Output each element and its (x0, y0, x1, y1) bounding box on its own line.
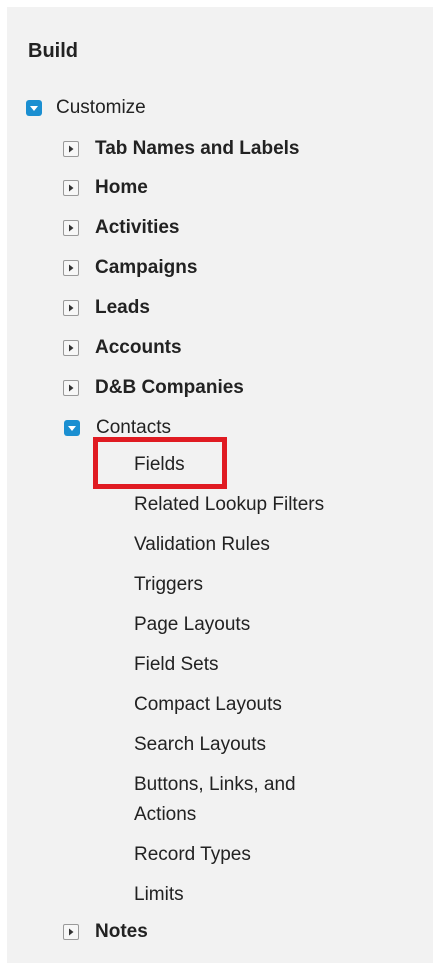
tree-node-db-companies[interactable]: D&B Companies (63, 375, 244, 401)
leaf-link-buttons-links-and-actions[interactable]: Buttons, Links, and Actions (134, 770, 354, 830)
collapsed-toggle-icon[interactable] (63, 924, 79, 940)
setup-sidebar: Build Customize Tab Names and Labels Hom… (7, 7, 433, 963)
tree-node-label: Accounts (95, 337, 182, 358)
tree-node-home[interactable]: Home (63, 175, 148, 201)
leaf-link-fields[interactable]: Fields (134, 450, 185, 480)
collapsed-toggle-icon[interactable] (63, 340, 79, 356)
leaf-link-search-layouts[interactable]: Search Layouts (134, 730, 266, 760)
collapsed-toggle-icon[interactable] (63, 141, 79, 157)
tree-node-label: D&B Companies (95, 377, 244, 398)
expanded-toggle-icon[interactable] (26, 100, 42, 116)
tree-node-customize[interactable]: Customize (26, 95, 146, 121)
leaf-link-limits[interactable]: Limits (134, 880, 184, 910)
collapsed-toggle-icon[interactable] (63, 380, 79, 396)
tree-node-activities[interactable]: Activities (63, 215, 179, 241)
leaf-link-field-sets[interactable]: Field Sets (134, 650, 218, 680)
collapsed-toggle-icon[interactable] (63, 180, 79, 196)
tree-node-notes[interactable]: Notes (63, 919, 148, 945)
tree-node-tab-names-and-labels[interactable]: Tab Names and Labels (63, 136, 300, 162)
tree-node-label: Campaigns (95, 257, 198, 278)
tree-node-label: Tab Names and Labels (95, 138, 300, 159)
leaf-link-record-types[interactable]: Record Types (134, 840, 251, 870)
tree-node-accounts[interactable]: Accounts (63, 335, 182, 361)
section-title-build: Build (28, 40, 78, 62)
tree-node-label: Activities (95, 217, 180, 238)
tree-node-label: Notes (95, 921, 148, 942)
leaf-link-triggers[interactable]: Triggers (134, 570, 203, 600)
leaf-link-validation-rules[interactable]: Validation Rules (134, 530, 270, 560)
collapsed-toggle-icon[interactable] (63, 260, 79, 276)
tree-node-campaigns[interactable]: Campaigns (63, 255, 197, 281)
leaf-link-page-layouts[interactable]: Page Layouts (134, 610, 250, 640)
tree-node-label: Contacts (96, 417, 171, 438)
leaf-link-related-lookup-filters[interactable]: Related Lookup Filters (134, 490, 324, 520)
expanded-toggle-icon[interactable] (64, 420, 80, 436)
collapsed-toggle-icon[interactable] (63, 220, 79, 236)
tree-node-contacts[interactable]: Contacts (64, 415, 171, 441)
tree-node-label: Leads (95, 297, 150, 318)
collapsed-toggle-icon[interactable] (63, 300, 79, 316)
tree-node-label: Home (95, 177, 148, 198)
leaf-link-compact-layouts[interactable]: Compact Layouts (134, 690, 282, 720)
tree-node-leads[interactable]: Leads (63, 295, 150, 321)
tree-node-label: Customize (56, 97, 146, 118)
